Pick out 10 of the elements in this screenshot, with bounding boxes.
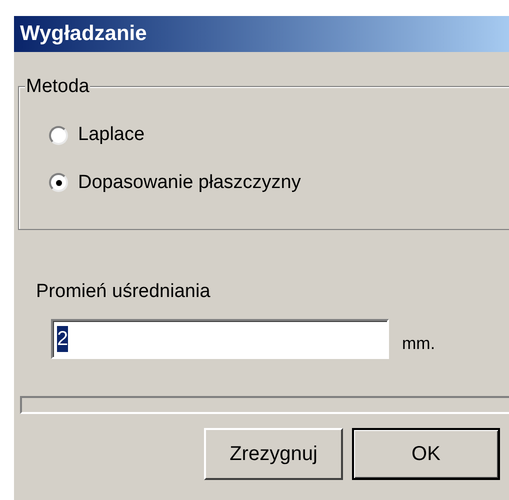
field-label: Promień uśredniania [36,280,210,304]
dialog-button[interactable]: Zrezygnuj [204,428,343,480]
radio-button[interactable] [49,173,68,192]
radio-button[interactable] [49,126,68,145]
radio-label: Dopasowanie płaszczyzny [78,170,301,194]
unit-label: mm. [402,333,436,355]
radio-label: Laplace [78,123,145,147]
window-title: Wygładzanie [14,16,509,52]
dialog-button[interactable]: OK [352,428,500,480]
input-field[interactable]: 2 [51,318,389,358]
